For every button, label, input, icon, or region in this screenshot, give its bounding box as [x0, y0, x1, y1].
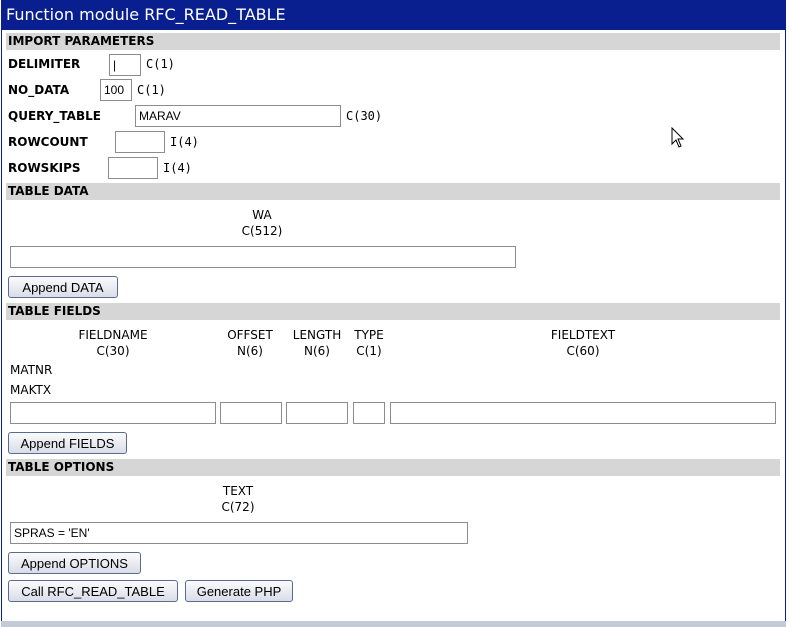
- page-title: Function module RFC_READ_TABLE: [1, 0, 786, 30]
- call-rfc-read-table-button[interactable]: Call RFC_READ_TABLE: [8, 580, 178, 602]
- wa-column-header: WA C(512): [222, 207, 302, 239]
- fieldname-column-header: FIELDNAME C(30): [63, 327, 163, 359]
- offset-column-header: OFFSET N(6): [220, 327, 280, 359]
- horizontal-scrollbar[interactable]: [1, 621, 786, 627]
- wa-input[interactable]: [10, 246, 516, 268]
- fieldname-input[interactable]: [10, 402, 216, 424]
- length-input[interactable]: [286, 402, 348, 424]
- rowskips-type: I(4): [163, 161, 192, 175]
- append-fields-button[interactable]: Append FIELDS: [8, 432, 127, 454]
- fieldname-column-type: C(30): [96, 344, 130, 358]
- text-column-header: TEXT C(72): [208, 483, 268, 515]
- query-table-input[interactable]: [135, 105, 341, 127]
- offset-column-type: N(6): [237, 344, 263, 358]
- type-column-name: TYPE: [354, 328, 384, 342]
- rowcount-input[interactable]: [115, 131, 165, 153]
- options-text-input[interactable]: [10, 522, 468, 544]
- length-column-name: LENGTH: [292, 328, 342, 342]
- query-table-type: C(30): [346, 109, 383, 123]
- length-column-type: N(6): [304, 344, 330, 358]
- type-column-type: C(1): [356, 344, 382, 358]
- offset-input[interactable]: [220, 402, 282, 424]
- text-column-name: TEXT: [222, 484, 254, 498]
- delimiter-input[interactable]: [109, 54, 141, 76]
- rowcount-label: ROWCOUNT: [8, 135, 88, 149]
- table-data-header: TABLE DATA: [6, 183, 780, 200]
- mouse-pointer-icon: [671, 127, 685, 148]
- no-data-type: C(1): [137, 83, 166, 97]
- rowcount-type: I(4): [170, 135, 199, 149]
- offset-column-name: OFFSET: [227, 328, 273, 342]
- append-data-button[interactable]: Append DATA: [8, 276, 118, 298]
- wa-column-name: WA: [252, 208, 272, 222]
- delimiter-label: DELIMITER: [8, 57, 81, 71]
- fieldtext-column-header: FIELDTEXT C(60): [533, 327, 633, 359]
- import-parameters-header: IMPORT PARAMETERS: [6, 33, 780, 50]
- field-row: MAKTX: [10, 383, 52, 397]
- type-input[interactable]: [353, 402, 385, 424]
- no-data-label: NO_DATA: [8, 83, 70, 97]
- rowskips-label: ROWSKIPS: [8, 161, 81, 175]
- no-data-input[interactable]: [100, 79, 132, 101]
- fieldtext-input[interactable]: [390, 402, 776, 424]
- table-options-header: TABLE OPTIONS: [6, 459, 780, 476]
- type-column-header: TYPE C(1): [349, 327, 389, 359]
- query-table-label: QUERY_TABLE: [8, 109, 101, 123]
- fieldtext-column-name: FIELDTEXT: [550, 328, 616, 342]
- field-row: MATNR: [10, 363, 53, 377]
- append-options-button[interactable]: Append OPTIONS: [8, 552, 141, 574]
- generate-php-button[interactable]: Generate PHP: [185, 580, 293, 602]
- table-fields-header: TABLE FIELDS: [6, 303, 780, 320]
- delimiter-type: C(1): [146, 57, 175, 71]
- rowskips-input[interactable]: [108, 157, 158, 179]
- text-column-type: C(72): [221, 500, 255, 514]
- fieldtext-column-type: C(60): [566, 344, 600, 358]
- length-column-header: LENGTH N(6): [286, 327, 348, 359]
- wa-column-type: C(512): [241, 224, 283, 238]
- fieldname-column-name: FIELDNAME: [78, 328, 148, 342]
